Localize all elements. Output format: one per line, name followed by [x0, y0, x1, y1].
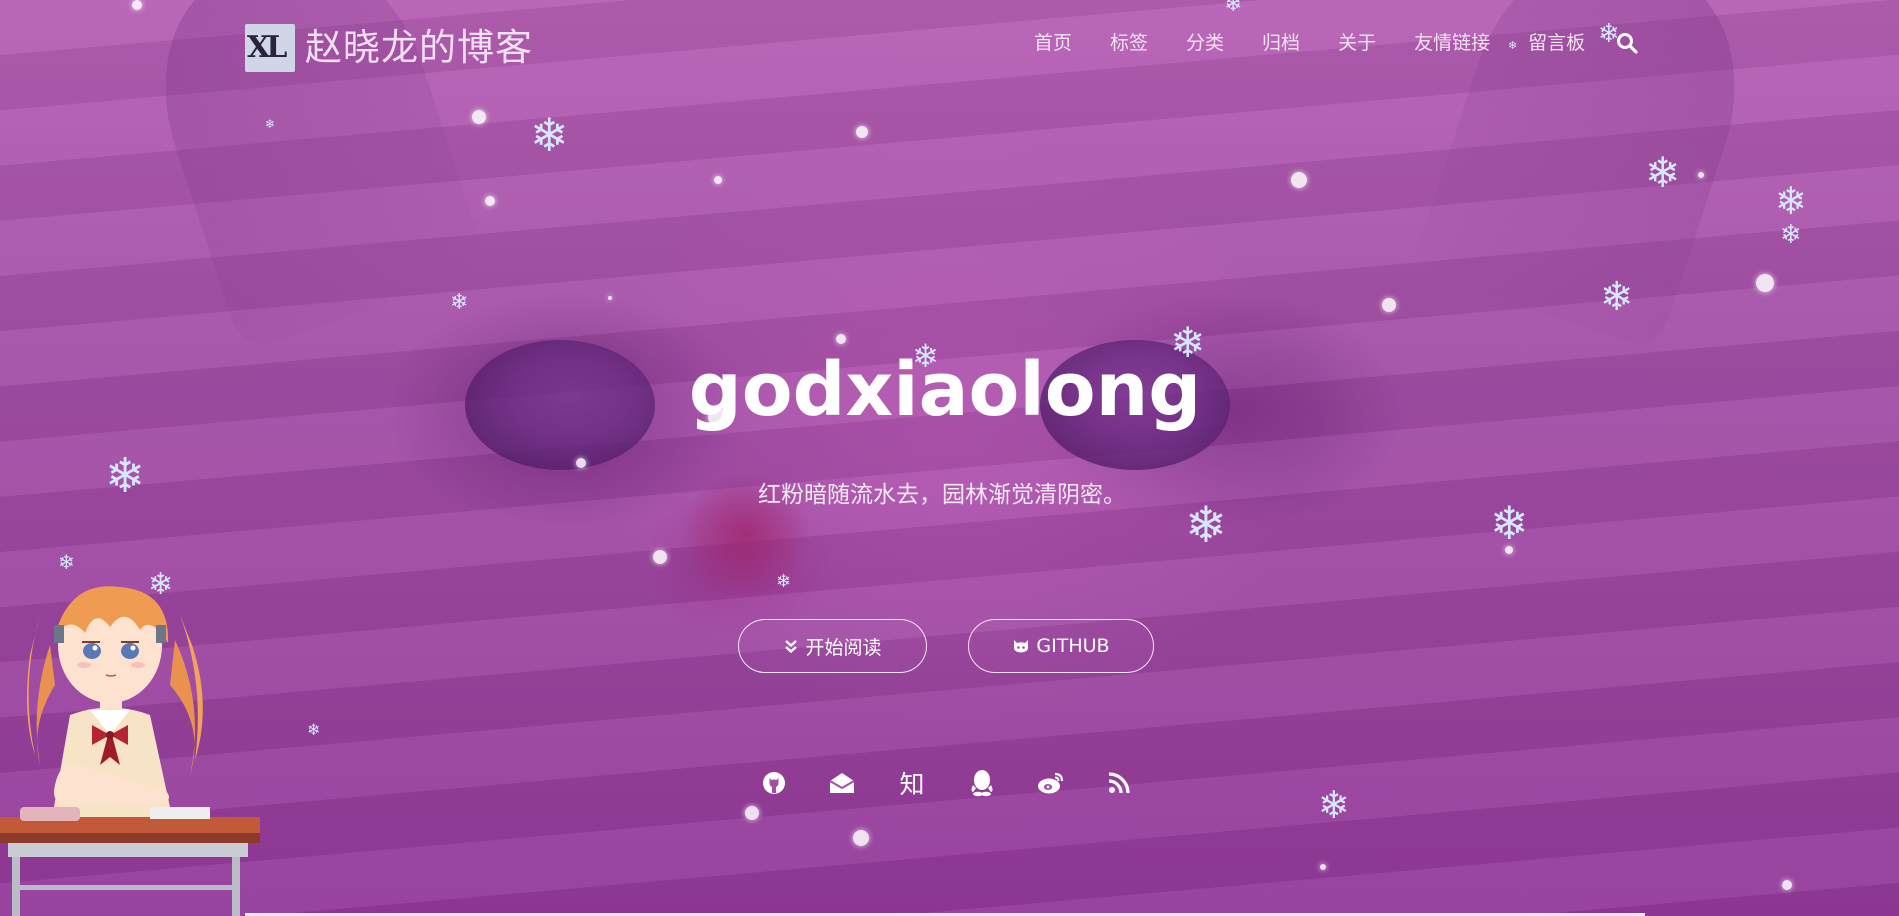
social-links: 知	[0, 763, 1899, 803]
snow-dot	[856, 126, 868, 138]
start-reading-button[interactable]: 开始阅读	[738, 619, 927, 673]
snowflake-icon: ❄	[450, 290, 469, 315]
qq-icon[interactable]	[962, 763, 1002, 803]
snow-dot	[1505, 546, 1513, 554]
nav-item-guestbook[interactable]: 留言板	[1528, 28, 1585, 58]
snowflake-icon: ❄	[530, 108, 569, 162]
snowflake-icon: ❄	[1780, 220, 1802, 250]
snow-dot	[472, 110, 486, 124]
nav-item-archives[interactable]: 归档	[1262, 28, 1300, 58]
snow-dot	[1291, 172, 1307, 188]
nav-item-home[interactable]: 首页	[1034, 28, 1072, 58]
site-title[interactable]: 赵晓龙的博客	[305, 22, 533, 74]
snow-dot	[1756, 274, 1774, 292]
github-icon[interactable]	[754, 763, 794, 803]
hero-headline: godxiaolong	[688, 347, 1202, 433]
snow-dot	[608, 296, 612, 300]
site-header: XL 赵晓龙的博客 首页 标签 分类 归档 关于 友情链接 留言板	[0, 0, 1899, 90]
start-reading-label: 开始阅读	[805, 636, 882, 659]
hero-tagline: 红粉暗随流水去，园林渐觉清阴密。	[758, 482, 1126, 508]
snow-dot	[1782, 880, 1792, 890]
snow-dot	[485, 196, 495, 206]
nav-item-tags[interactable]: 标签	[1110, 28, 1148, 58]
rss-icon[interactable]	[1099, 763, 1139, 803]
snowflake-icon: ❄	[1600, 274, 1634, 320]
search-icon[interactable]	[1616, 32, 1638, 54]
snow-dot	[745, 806, 759, 820]
snowflake-icon: ❄	[265, 117, 276, 131]
snowflake-icon: ❄	[58, 550, 75, 574]
snow-dot	[653, 550, 667, 564]
snow-dot	[836, 334, 846, 344]
weibo-icon[interactable]	[1031, 763, 1071, 803]
snow-dot	[714, 176, 722, 184]
main-nav: 首页 标签 分类 归档 关于 友情链接 留言板	[1034, 28, 1585, 58]
zhihu-icon[interactable]: 知	[892, 763, 932, 803]
mail-icon[interactable]	[822, 763, 862, 803]
nav-item-categories[interactable]: 分类	[1186, 28, 1224, 58]
snow-dot	[1320, 864, 1326, 870]
zhihu-glyph: 知	[899, 770, 925, 799]
snow-dot	[1382, 298, 1396, 312]
snowflake-icon: ❄	[1775, 179, 1807, 223]
snowflake-icon: ❄	[307, 720, 321, 739]
nav-item-about[interactable]: 关于	[1338, 28, 1376, 58]
snow-dot	[576, 458, 586, 468]
snow-dot	[1698, 172, 1704, 178]
github-cat-icon	[1014, 640, 1029, 653]
site-logo[interactable]: XL	[245, 24, 295, 72]
logo-text: XL	[247, 30, 287, 65]
nav-item-friends[interactable]: 友情链接	[1414, 28, 1490, 58]
github-button[interactable]: GITHUB	[968, 619, 1154, 673]
snowflake-icon: ❄	[776, 571, 792, 592]
double-chevron-down-icon	[785, 640, 798, 654]
snowflake-icon: ❄	[1645, 148, 1681, 197]
mascot-character-image[interactable]	[0, 585, 260, 916]
github-label: GITHUB	[1036, 635, 1110, 657]
snow-dot	[853, 830, 869, 846]
